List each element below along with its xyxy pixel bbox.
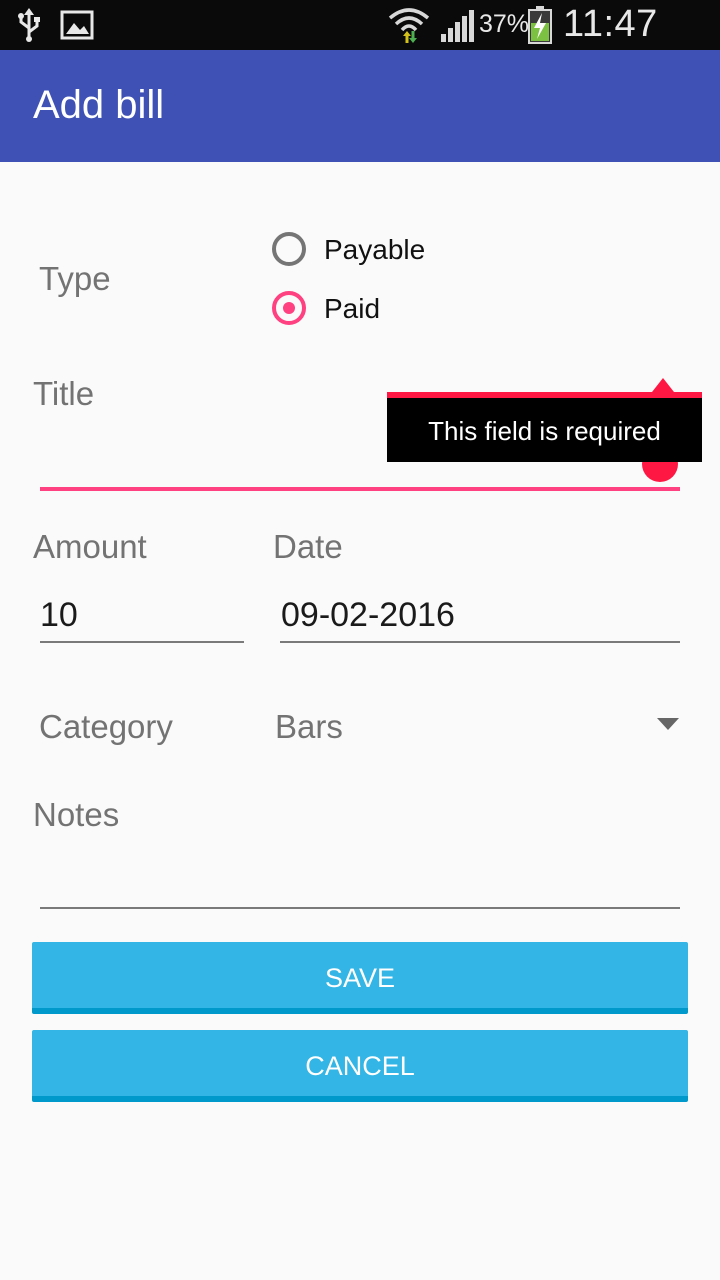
error-tooltip: This field is required — [387, 392, 702, 462]
cancel-button[interactable]: CANCEL — [32, 1030, 688, 1102]
type-label: Type — [39, 260, 111, 297]
radio-checked-icon — [272, 291, 306, 325]
battery-charging-icon — [528, 6, 552, 44]
notes-label: Notes — [33, 796, 120, 833]
amount-underline — [40, 641, 244, 643]
title-underline-error — [40, 487, 680, 491]
title-label: Title — [33, 375, 95, 412]
error-message: This field is required — [428, 416, 661, 446]
date-label: Date — [273, 528, 343, 565]
amount-label: Amount — [33, 528, 147, 565]
image-notification-icon — [60, 10, 94, 40]
radio-paid-label: Paid — [324, 293, 381, 324]
app-bar: Add bill — [0, 50, 720, 162]
category-selected: Bars — [275, 708, 343, 745]
amount-input[interactable]: 10 — [40, 596, 78, 635]
usb-icon — [18, 8, 40, 42]
dropdown-arrow-icon — [657, 718, 679, 730]
notes-input[interactable] — [40, 858, 680, 902]
wifi-icon — [388, 8, 430, 43]
radio-payable-label: Payable — [324, 234, 426, 265]
status-bar: 37% 11:47 AM — [0, 0, 720, 88]
date-underline — [280, 641, 680, 643]
date-input[interactable]: 09-02-2016 — [281, 596, 455, 635]
category-label: Category — [39, 708, 173, 745]
radio-dot — [283, 302, 295, 314]
page-title: Add bill — [33, 83, 165, 127]
tooltip-arrow — [652, 378, 674, 392]
signal-icon — [441, 10, 474, 42]
notes-underline — [40, 907, 680, 909]
save-button[interactable]: SAVE — [32, 942, 688, 1014]
category-spinner[interactable]: Bars — [262, 690, 692, 760]
radio-unchecked-icon — [272, 232, 306, 266]
battery-percent: 37% — [479, 10, 530, 38]
